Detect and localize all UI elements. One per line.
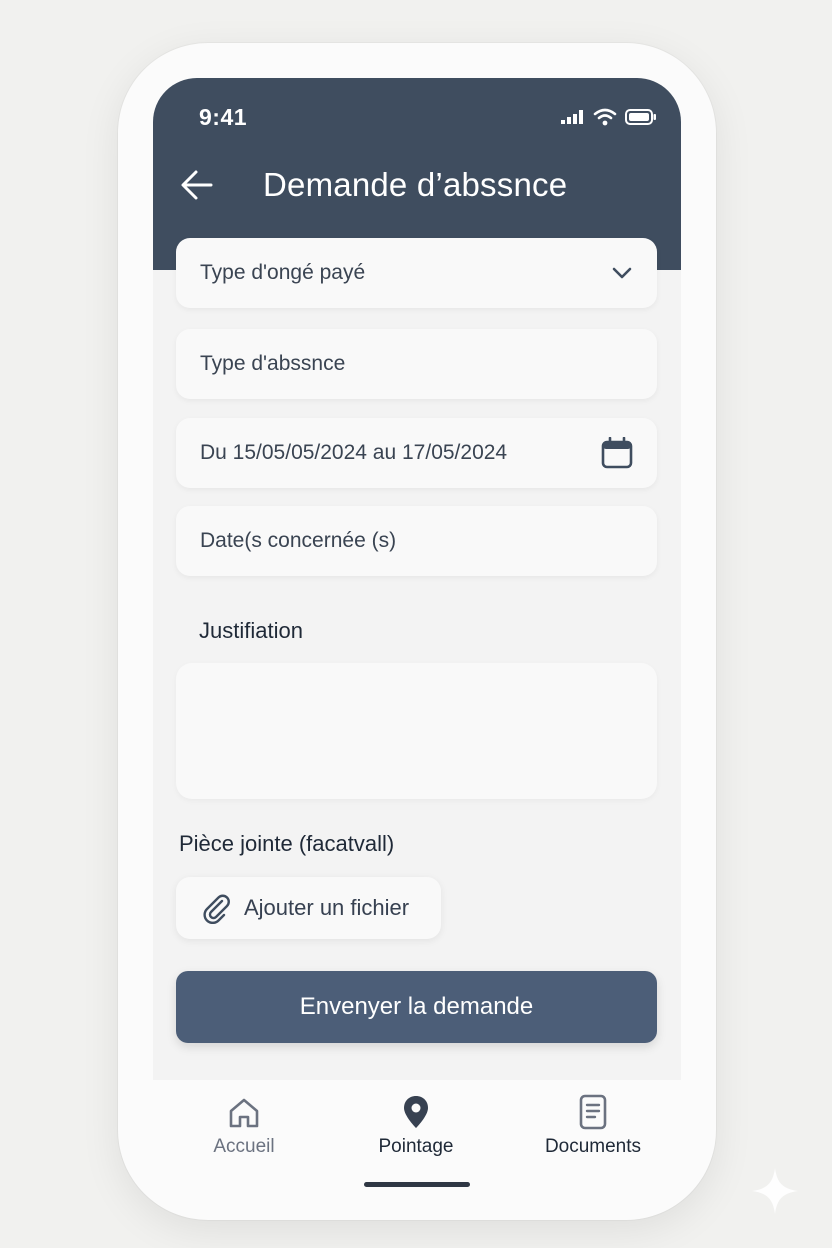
nav-item-documents[interactable]: Documents [518,1094,668,1158]
status-time: 9:41 [199,104,248,130]
paperclip-icon [203,894,230,924]
bottom-nav: Accueil Pointage Documents [118,1080,716,1200]
leave-type-select[interactable]: Type d'ongé payé [176,238,657,308]
add-file-button[interactable]: Ajouter un fichier [176,877,441,939]
page-title: Demande d’abssnce [263,166,568,203]
date-range-value: Du 15/05/05/2024 au 17/05/2024 [200,441,508,464]
justification-label: Justifiation [199,618,303,643]
date-range-field[interactable]: Du 15/05/05/2024 au 17/05/2024 [176,418,657,488]
document-icon [579,1094,607,1130]
absence-type-value: Type d'abssnce [200,352,346,375]
nav-item-accueil[interactable]: Accueil [169,1096,319,1158]
calendar-icon[interactable] [601,437,633,469]
concerned-dates-value: Date(s concernée (s) [200,529,397,552]
concerned-dates-field[interactable]: Date(s concernée (s) [176,506,657,576]
app-screen: 9:41 Demande d’abssnce Type d'ongé payé … [153,78,681,1080]
nav-label-pointage: Pointage [378,1136,454,1157]
home-indicator[interactable] [364,1182,470,1187]
map-pin-icon [404,1096,428,1128]
attachment-label: Pièce jointe (facatvall) [179,831,395,856]
status-icons [561,108,657,126]
wifi-icon [593,108,617,126]
home-icon [229,1098,259,1128]
submit-button[interactable]: Envenyer la demande [176,971,657,1043]
nav-label-documents: Documents [544,1136,642,1157]
justification-textarea[interactable] [176,663,657,799]
arrow-left-icon[interactable] [179,168,215,202]
nav-item-pointage[interactable]: Pointage [341,1094,491,1158]
add-file-label: Ajouter un fichier [244,895,410,920]
sparkle-icon [752,1168,798,1214]
signal-icon [561,110,583,124]
leave-type-value: Type d'ongé payé [200,261,366,284]
nav-label-accueil: Accueil [213,1136,275,1157]
absence-type-field[interactable]: Type d'abssnce [176,329,657,399]
battery-icon [625,109,656,125]
chevron-down-icon [612,267,632,279]
